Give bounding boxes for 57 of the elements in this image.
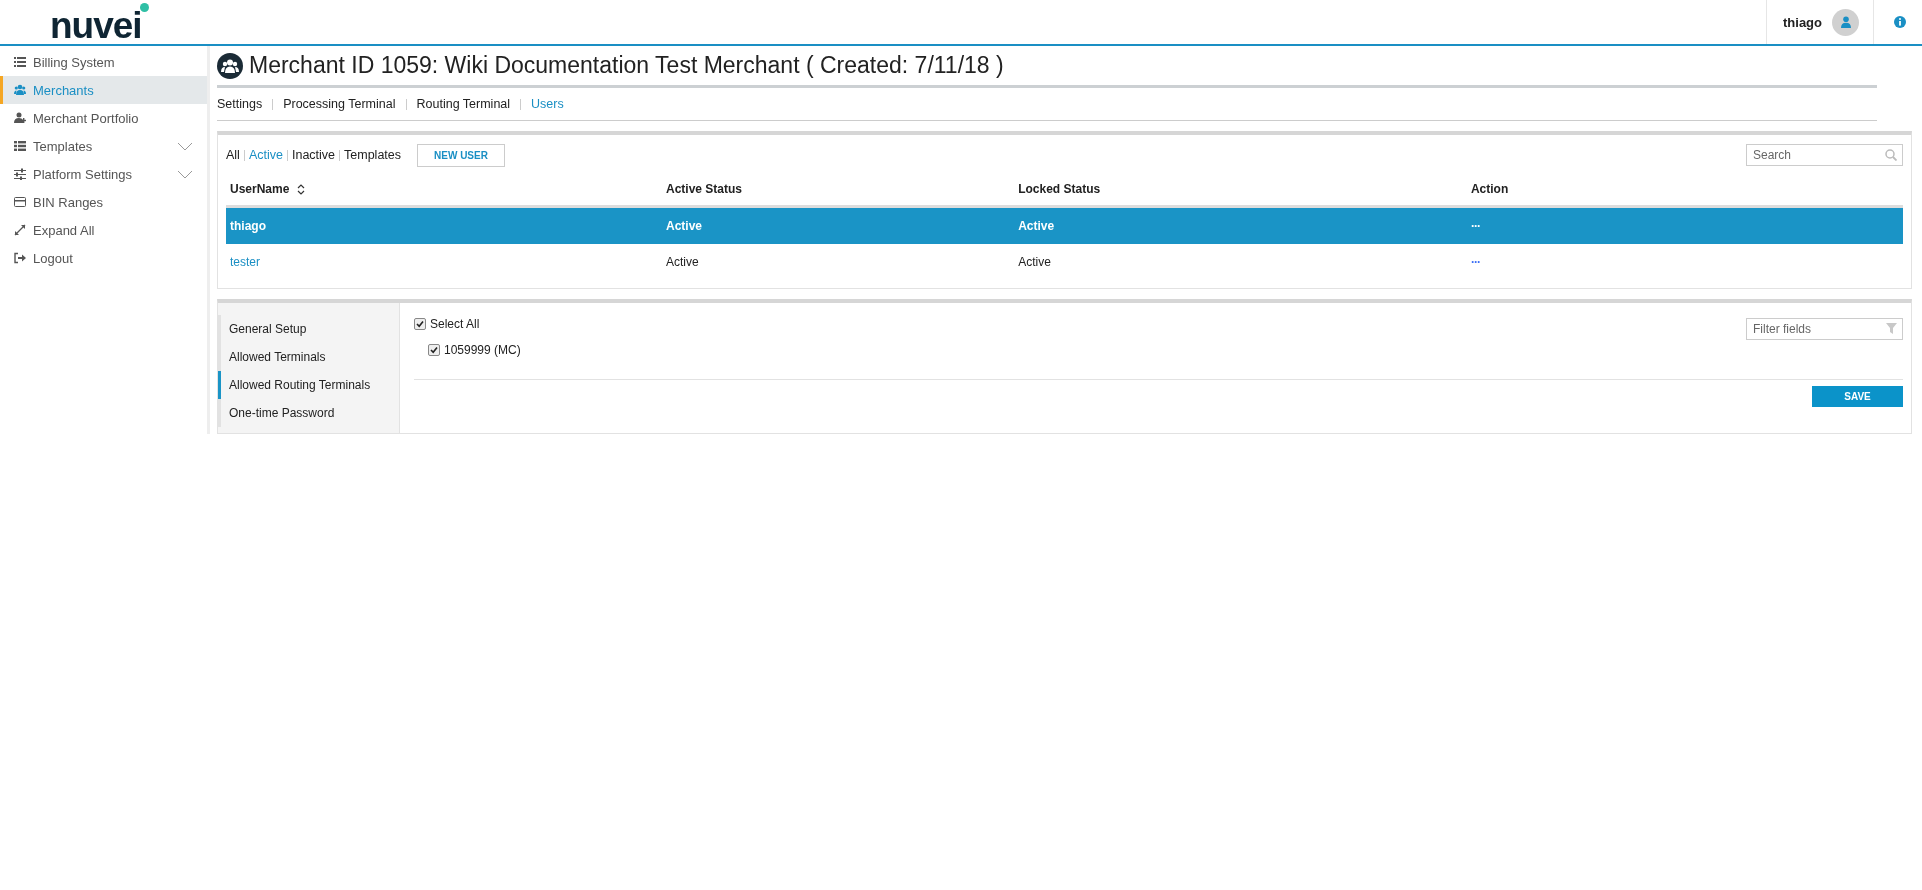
checkbox[interactable] [414,318,426,330]
info-icon[interactable] [1894,16,1906,28]
sidebar-item[interactable]: Merchant Portfolio [0,104,207,132]
settings-nav-item[interactable]: One-time Password [218,399,399,427]
sidebar-item[interactable]: Logout [0,244,207,272]
tab[interactable]: Users [531,97,564,111]
users-icon [217,52,243,79]
table-cell: Active [1018,255,1051,269]
filter-link[interactable]: Inactive [291,148,336,162]
expand-icon [14,224,26,236]
sidebar-item[interactable]: BIN Ranges [0,188,207,216]
new-user-button[interactable]: NEW USER [417,143,505,167]
checkbox-label: Select All [430,317,480,331]
search-field[interactable]: Search [1746,144,1903,166]
list-icon [14,140,26,152]
sort-icon [297,183,306,195]
page-title: Merchant ID 1059: Wiki Documentation Test Merchant ( Created: 7/11/18 ) [249,52,1004,79]
sliders-icon [14,168,26,180]
chevron-down-icon [177,141,193,151]
filter-link[interactable]: Active [248,148,283,162]
column-header: Locked Status [1018,182,1101,196]
tab[interactable]: Routing Terminal [416,97,511,111]
sign-out-icon [14,252,26,264]
tab[interactable]: Settings [217,97,263,111]
filter-link[interactable]: Templates [344,148,402,162]
sidebar-item[interactable]: Billing System [0,48,207,76]
search-icon [1885,149,1897,161]
table-row[interactable]: tester Active Active ··· [226,244,1903,280]
settings-nav-item[interactable]: General Setup [218,315,399,343]
sidebar-item[interactable]: Expand All [0,216,207,244]
tab[interactable]: Processing Terminal [283,97,396,111]
logo: nuvei [50,6,142,44]
sidebar-item[interactable]: Platform Settings [0,160,207,188]
funnel-icon [1886,323,1897,334]
checkbox[interactable] [428,344,440,356]
settings-nav-item[interactable]: Allowed Routing Terminals [218,371,399,399]
checkbox-label: 1059999 (MC) [444,343,521,357]
table-cell: Active [666,255,699,269]
avatar[interactable] [1832,8,1859,36]
list-icon [14,56,26,68]
settings-nav-item[interactable]: Allowed Terminals [218,343,399,371]
column-header: Action [1470,182,1509,196]
table-cell: Active [1018,219,1055,233]
user-add-icon [14,112,26,124]
filter-field[interactable]: Filter fields [1746,318,1903,340]
filter-link[interactable]: All [226,148,240,162]
table-cell: Active [666,219,703,233]
user-name[interactable]: thiago [1783,14,1822,30]
card-icon [14,196,26,208]
column-header: Active Status [666,182,743,196]
column-header[interactable]: UserName [230,182,306,196]
logo-dot-icon [139,3,149,12]
username-link[interactable]: tester [230,255,260,269]
sidebar-item[interactable]: Templates [0,132,207,160]
users-icon [14,84,26,96]
chevron-down-icon [177,169,193,179]
more-button[interactable]: ··· [1470,255,1480,269]
